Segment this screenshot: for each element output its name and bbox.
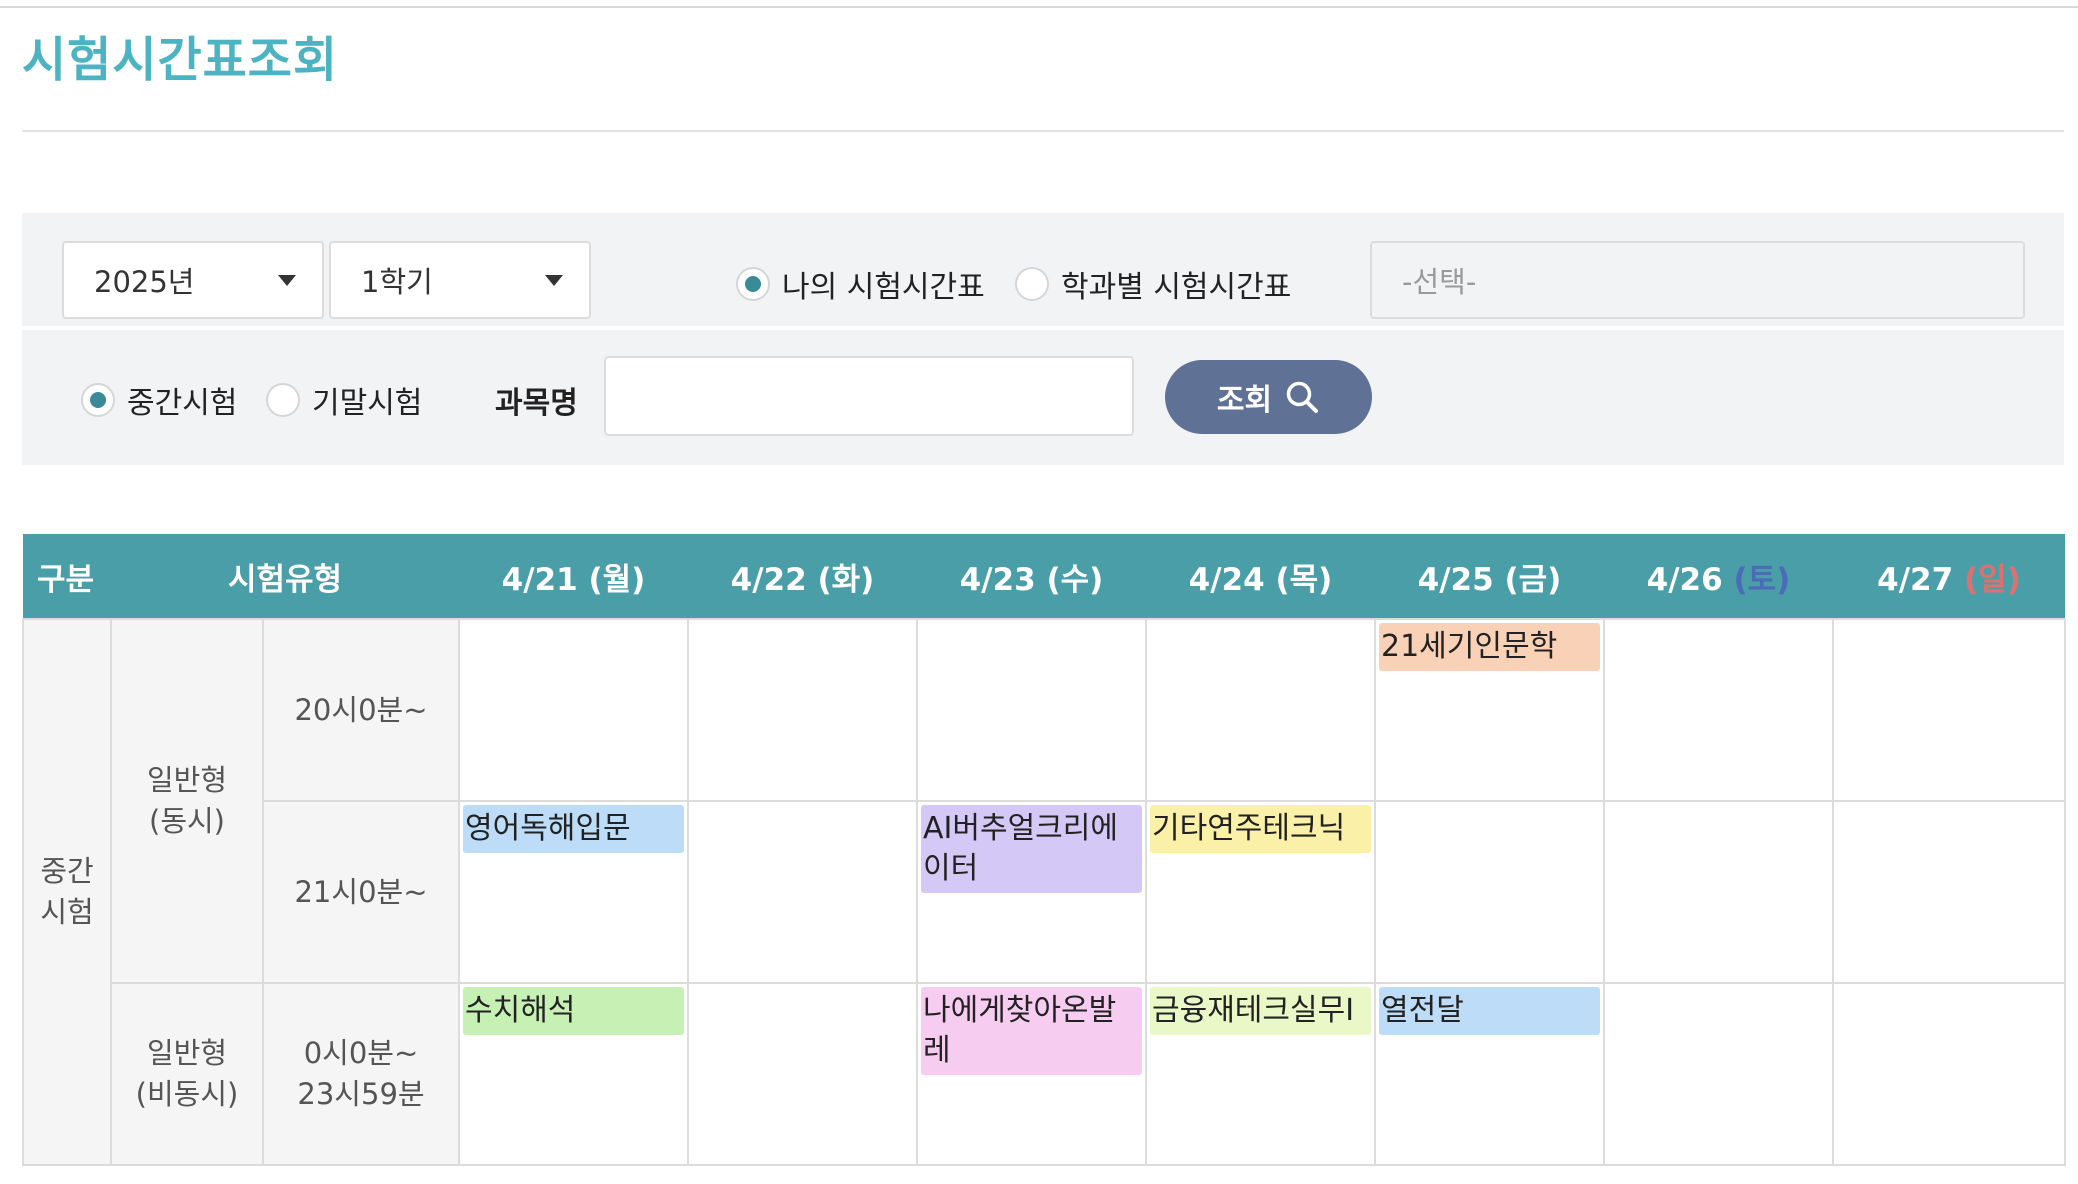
header-dow: (수)	[1046, 561, 1104, 598]
radio-my-schedule[interactable]: 나의 시험시간표	[736, 262, 985, 306]
schedule-cell: AI버추얼크리에이터	[916, 800, 1147, 984]
exam-chip[interactable]: 기타연주테크닉	[1150, 805, 1371, 853]
schedule-cell: 영어독해입문	[458, 800, 689, 984]
schedule-cell	[687, 800, 918, 984]
subject-input[interactable]	[604, 356, 1134, 436]
radio-unchecked-icon	[266, 383, 300, 417]
header-dow: (목)	[1275, 561, 1333, 598]
header-exam-type: 시험유형	[111, 534, 459, 619]
department-select-placeholder: -선택-	[1402, 265, 1477, 299]
schedule-cell	[1603, 982, 1834, 1166]
header-date: 4/25	[1417, 561, 1494, 598]
exam-timetable: 구분 시험유형 4/21 (월) 4/22 (화) 4/23 (수) 4/24 …	[22, 534, 2066, 1166]
header-date: 4/27	[1877, 561, 1954, 598]
exam-chip[interactable]: 나에게찾아온발레	[921, 987, 1142, 1075]
exam-chip[interactable]: 열전달	[1379, 987, 1600, 1035]
radio-final[interactable]: 기말시험	[266, 378, 422, 422]
exam-chip[interactable]: 수치해석	[463, 987, 684, 1035]
caret-down-icon	[545, 275, 563, 286]
radio-dept-schedule-label: 학과별 시험시간표	[1061, 270, 1292, 305]
header-day-thu: 4/24 (목)	[1146, 534, 1375, 619]
table-header-row: 구분 시험유형 4/21 (월) 4/22 (화) 4/23 (수) 4/24 …	[23, 534, 2065, 619]
time-slot: 21시0분~	[262, 800, 460, 984]
radio-final-label: 기말시험	[312, 386, 423, 421]
radio-my-schedule-label: 나의 시험시간표	[782, 270, 985, 305]
schedule-cell	[1832, 800, 2066, 984]
schedule-cell	[687, 982, 918, 1166]
schedule-cell: 수치해석	[458, 982, 689, 1166]
department-select[interactable]: -선택-	[1370, 241, 2025, 319]
exam-chip[interactable]: 금융재테크실무Ⅰ	[1150, 987, 1371, 1035]
year-select-value: 2025년	[94, 265, 195, 299]
header-day-wed: 4/23 (수)	[917, 534, 1146, 619]
exam-chip[interactable]: 21세기인문학	[1379, 623, 1600, 671]
filter-divider	[22, 326, 2064, 330]
page-title: 시험시간표조회	[22, 32, 339, 88]
top-rule	[0, 6, 2078, 8]
radio-dept-schedule[interactable]: 학과별 시험시간표	[1015, 262, 1291, 306]
radio-unchecked-icon	[1015, 267, 1049, 301]
header-dow-sunday: (일)	[1963, 561, 2021, 598]
header-date: 4/24	[1188, 561, 1265, 598]
header-date: 4/21	[501, 561, 578, 598]
search-button[interactable]: 조회	[1165, 360, 1372, 434]
schedule-cell	[916, 618, 1147, 802]
schedule-cell	[1145, 618, 1376, 802]
schedule-cell: 금융재테크실무Ⅰ	[1145, 982, 1376, 1166]
header-dow: (금)	[1504, 561, 1562, 598]
header-dow-saturday: (토)	[1733, 561, 1791, 598]
header-day-fri: 4/25 (금)	[1375, 534, 1604, 619]
header-day-mon: 4/21 (월)	[459, 534, 688, 619]
radio-checked-icon	[736, 267, 770, 301]
schedule-cell: 21세기인문학	[1374, 618, 1605, 802]
header-day-tue: 4/22 (화)	[688, 534, 917, 619]
header-date: 4/26	[1646, 561, 1723, 598]
header-date: 4/22	[730, 561, 807, 598]
schedule-cell	[687, 618, 918, 802]
header-date: 4/23	[959, 561, 1036, 598]
table-row: 중간 시험 일반형 (동시) 20시0분~ 21세기인문학	[22, 618, 2066, 1166]
year-select[interactable]: 2025년	[62, 241, 324, 319]
caret-down-icon	[278, 275, 296, 286]
exam-chip[interactable]: AI버추얼크리에이터	[921, 805, 1142, 893]
header-day-sun: 4/27 (일)	[1833, 534, 2065, 619]
search-button-label: 조회	[1216, 384, 1273, 417]
search-icon	[1286, 381, 1319, 413]
schedule-cell	[1603, 618, 1834, 802]
time-slot: 0시0분~ 23시59분	[262, 982, 460, 1166]
title-divider	[22, 130, 2064, 132]
header-dow: (화)	[817, 561, 875, 598]
header-category: 구분	[23, 534, 111, 619]
schedule-cell: 나에게찾아온발레	[916, 982, 1147, 1166]
time-slot: 20시0분~	[262, 618, 460, 802]
term-select-value: 1학기	[361, 265, 433, 299]
table-row: 일반형 (비동시) 0시0분~ 23시59분 수치해석 나에게찾아온발레 금융재테크…	[23, 982, 2066, 1166]
header-day-sat: 4/26 (토)	[1604, 534, 1833, 619]
exam-type-sync: 일반형 (동시)	[110, 618, 264, 984]
schedule-cell: 기타연주테크닉	[1145, 800, 1376, 984]
schedule-cell	[1832, 618, 2066, 802]
schedule-cell	[458, 618, 689, 802]
schedule-cell: 열전달	[1374, 982, 1605, 1166]
radio-midterm[interactable]: 중간시험	[81, 378, 237, 422]
radio-checked-icon	[81, 383, 115, 417]
exam-chip[interactable]: 영어독해입문	[463, 805, 684, 853]
schedule-cell	[1374, 800, 1605, 984]
header-dow: (월)	[588, 561, 646, 598]
schedule-cell	[1603, 800, 1834, 984]
term-select[interactable]: 1학기	[329, 241, 591, 319]
radio-midterm-label: 중간시험	[127, 386, 238, 421]
exam-type-async: 일반형 (비동시)	[110, 982, 264, 1166]
subject-label: 과목명	[495, 386, 578, 421]
table-row: 21시0분~ 영어독해입문 AI버추얼크리에이터 기타연주테크닉	[23, 800, 2066, 984]
schedule-cell	[1832, 982, 2066, 1166]
category-cell: 중간 시험	[22, 618, 112, 1166]
